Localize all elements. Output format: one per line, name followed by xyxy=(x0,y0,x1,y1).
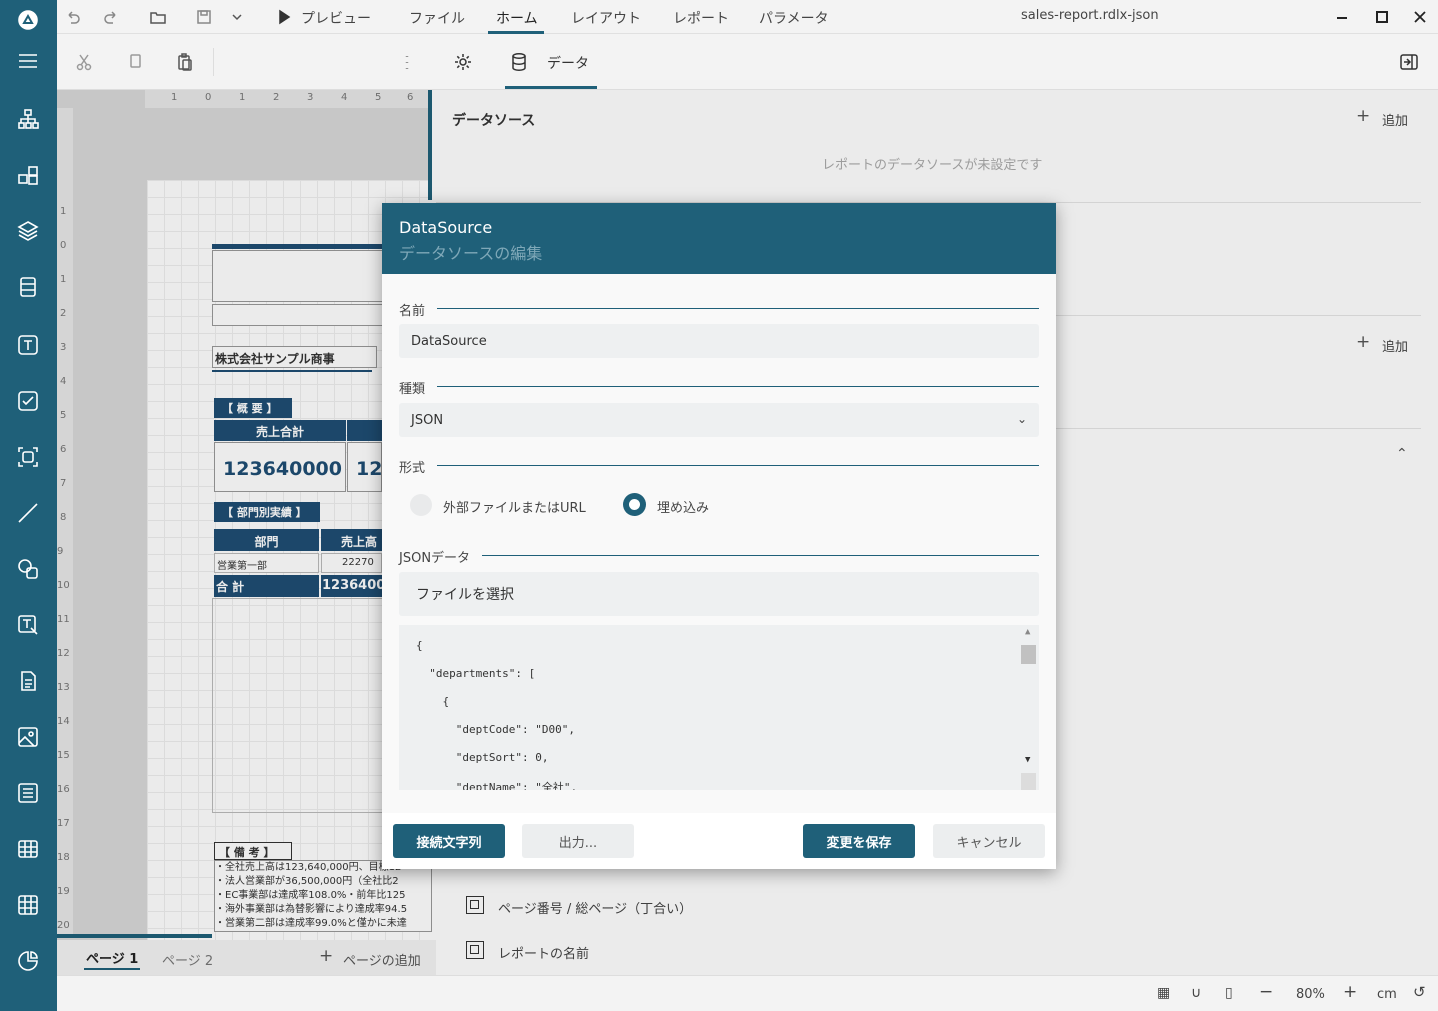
connection-string-button[interactable]: 接続文字列 xyxy=(393,824,505,858)
dialog-header: DataSource データソースの編集 xyxy=(382,203,1056,274)
file-select-button[interactable]: ファイルを選択 xyxy=(399,572,1039,616)
chevron-down-icon[interactable] xyxy=(226,6,248,28)
type-label: 種類 xyxy=(399,382,426,397)
scroll-up-icon[interactable]: ▲ xyxy=(1025,627,1030,637)
settings-gear-icon[interactable] xyxy=(451,50,475,74)
tab-data-label[interactable]: データ xyxy=(547,53,589,73)
app-logo-icon xyxy=(13,5,43,35)
textbox-icon[interactable] xyxy=(13,330,43,360)
json-line: "departments": [ xyxy=(416,667,536,680)
formatted-text-icon[interactable] xyxy=(13,610,43,640)
resize-handle-icon[interactable] xyxy=(1021,773,1036,790)
undo-icon[interactable] xyxy=(62,6,84,28)
menu-home[interactable]: ホーム xyxy=(496,8,538,28)
checkbox-icon[interactable] xyxy=(13,386,43,416)
format-label: 形式 xyxy=(399,461,426,476)
json-line: "deptName": "全社", xyxy=(416,781,578,790)
menu-preview[interactable]: プレビュー xyxy=(301,8,371,28)
maximize-icon[interactable] xyxy=(1371,6,1393,28)
json-line: { xyxy=(416,695,450,708)
menu-report[interactable]: レポート xyxy=(673,8,729,28)
document-icon[interactable] xyxy=(13,666,43,696)
chevron-down-icon: ⌄ xyxy=(1016,412,1027,426)
json-line: { xyxy=(416,639,423,652)
scrollbar-thumb[interactable] xyxy=(1021,645,1036,664)
toggle-panel-icon[interactable] xyxy=(1397,50,1421,74)
hamburger-menu-icon[interactable] xyxy=(13,46,43,76)
data-region-icon[interactable] xyxy=(13,272,43,302)
grid-toggle-icon[interactable]: ▦ xyxy=(1157,985,1170,1001)
preview-play-icon[interactable] xyxy=(273,6,295,28)
name-label: 名前 xyxy=(399,304,426,319)
json-label: JSONデータ xyxy=(399,551,471,566)
export-button[interactable]: 出力... xyxy=(522,824,634,858)
image-icon[interactable] xyxy=(13,722,43,752)
save-icon[interactable] xyxy=(193,6,215,28)
list-icon[interactable] xyxy=(13,778,43,808)
unit-selector[interactable]: cm xyxy=(1377,987,1397,1002)
menu-parameters[interactable]: パラメータ xyxy=(759,8,829,28)
minimize-icon[interactable] xyxy=(1331,6,1353,28)
paste-icon[interactable] xyxy=(173,50,197,74)
menu-file[interactable]: ファイル xyxy=(409,8,465,28)
name-label-line xyxy=(437,308,1039,309)
json-line: "deptCode": "D00", xyxy=(416,723,575,736)
cancel-button[interactable]: キャンセル xyxy=(933,824,1045,858)
container-icon[interactable] xyxy=(13,442,43,472)
type-label-line xyxy=(437,386,1039,387)
datasource-dialog: DataSource データソースの編集 名前 DataSource 種類 JS… xyxy=(382,203,1056,869)
chart-icon[interactable] xyxy=(13,946,43,976)
zoom-level[interactable]: 80% xyxy=(1296,987,1325,1002)
type-select-value: JSON xyxy=(411,412,444,428)
shape-icon[interactable] xyxy=(13,554,43,584)
ribbon-toolbar: データ xyxy=(57,34,1438,90)
database-icon[interactable] xyxy=(507,50,531,74)
zoom-in-icon[interactable]: + xyxy=(1343,982,1357,1002)
report-explorer-icon[interactable] xyxy=(13,104,43,134)
snap-magnet-icon[interactable]: ∪ xyxy=(1191,985,1201,1001)
table-icon[interactable] xyxy=(13,834,43,864)
radio-external-label[interactable]: 外部ファイルまたはURL xyxy=(443,497,586,516)
dialog-footer: 接続文字列 出力... 変更を保存 キャンセル xyxy=(382,813,1056,869)
scroll-down-icon[interactable]: ▼ xyxy=(1025,755,1030,765)
components-icon[interactable] xyxy=(13,160,43,190)
open-folder-icon[interactable] xyxy=(147,6,169,28)
status-bar: ▦ ∪ ▯ − 80% + cm ↺ xyxy=(57,975,1438,1011)
dialog-subtitle: データソースの編集 xyxy=(399,244,543,263)
layers-icon[interactable] xyxy=(13,216,43,246)
cut-icon[interactable] xyxy=(72,50,96,74)
left-sidebar xyxy=(0,0,57,1011)
radio-external[interactable] xyxy=(410,494,432,516)
ruler-toggle-icon[interactable]: ▯ xyxy=(1225,985,1233,1001)
tablix-icon[interactable] xyxy=(13,890,43,920)
format-label-line xyxy=(437,465,1039,466)
save-changes-button[interactable]: 変更を保存 xyxy=(803,824,915,858)
json-line: "deptSort": 0, xyxy=(416,751,549,764)
name-input[interactable]: DataSource xyxy=(399,324,1039,358)
toolbar-divider xyxy=(213,48,214,76)
zoom-out-icon[interactable]: − xyxy=(1259,982,1273,1002)
window-title: sales-report.rdlx-json xyxy=(1021,8,1159,23)
reset-zoom-icon[interactable]: ↺ xyxy=(1413,983,1426,1001)
close-icon[interactable] xyxy=(1409,6,1431,28)
radio-embedded[interactable] xyxy=(623,493,646,516)
dialog-body: 名前 DataSource 種類 JSON ⌄ 形式 外部ファイルまたはURL … xyxy=(382,274,1056,813)
line-icon[interactable] xyxy=(13,498,43,528)
copy-icon[interactable] xyxy=(123,50,147,74)
title-bar: プレビュー ファイル ホーム レイアウト レポート パラメータ sales-re… xyxy=(57,0,1438,34)
more-options-icon[interactable] xyxy=(395,50,419,74)
radio-embedded-label[interactable]: 埋め込み xyxy=(657,497,709,516)
json-editor[interactable]: { "departments": [ { "deptCode": "D00", … xyxy=(399,625,1039,790)
json-label-line xyxy=(482,555,1039,556)
menu-layout[interactable]: レイアウト xyxy=(571,8,641,28)
dialog-title: DataSource xyxy=(399,218,493,237)
tab-data-indicator xyxy=(505,86,597,89)
redo-icon[interactable] xyxy=(100,6,122,28)
type-select[interactable]: JSON ⌄ xyxy=(399,403,1039,437)
